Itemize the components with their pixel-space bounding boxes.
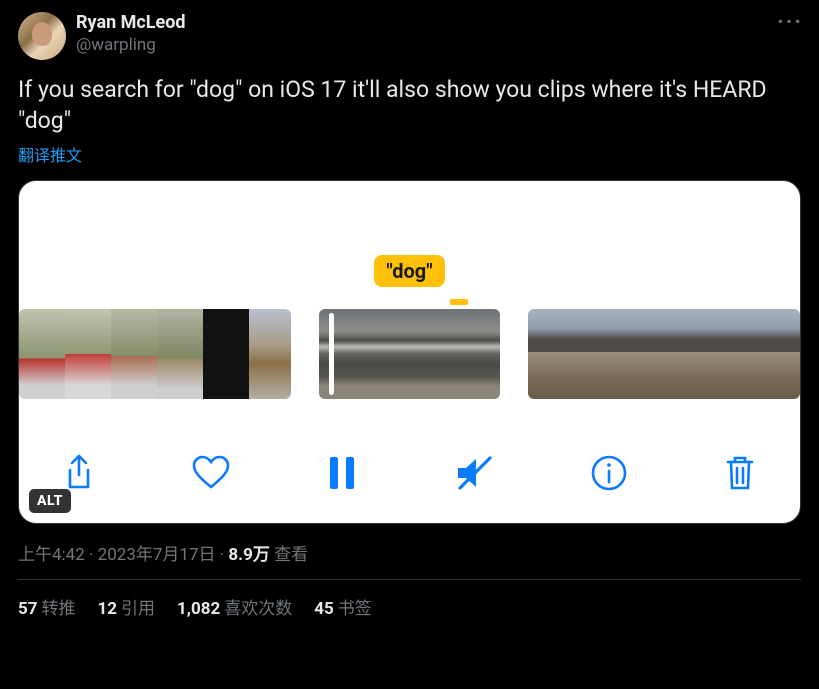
tweet-meta: 上午4:42 · 2023年7月17日 · 8.9万 查看 bbox=[18, 540, 801, 580]
timeline-frame bbox=[365, 309, 411, 399]
translate-link[interactable]: 翻译推文 bbox=[18, 142, 82, 166]
views-label: 查看 bbox=[270, 545, 308, 565]
timeline-clip[interactable] bbox=[528, 309, 800, 399]
media-card[interactable]: "dog" bbox=[18, 180, 801, 524]
timeline-frame bbox=[758, 309, 800, 399]
timeline-frame bbox=[19, 309, 65, 399]
stat-retweets[interactable]: 57转推 bbox=[18, 594, 76, 619]
avatar[interactable] bbox=[18, 12, 66, 60]
tweet-stats: 57转推 12引用 1,082喜欢次数 45书签 bbox=[18, 580, 801, 633]
timeline-frame bbox=[157, 309, 203, 399]
video-timeline[interactable] bbox=[19, 309, 800, 399]
author-block[interactable]: Ryan McLeod @warpling bbox=[76, 12, 186, 56]
timeline-frame bbox=[203, 309, 249, 399]
timeline-clip[interactable] bbox=[19, 309, 291, 399]
more-button[interactable]: ··· bbox=[777, 10, 803, 35]
media-toolbar bbox=[19, 443, 800, 503]
timeline-frame bbox=[712, 309, 758, 399]
tweet-date[interactable]: 2023年7月17日 bbox=[98, 545, 216, 565]
timeline-frame bbox=[666, 309, 712, 399]
author-display-name: Ryan McLeod bbox=[76, 12, 186, 35]
pause-icon[interactable] bbox=[327, 455, 357, 491]
search-pill-wrap: "dog" bbox=[19, 255, 800, 287]
views-count: 8.9万 bbox=[228, 545, 269, 565]
tweet-time[interactable]: 上午4:42 bbox=[18, 545, 85, 565]
alt-badge[interactable]: ALT bbox=[29, 489, 71, 513]
timeline-frame bbox=[528, 309, 574, 399]
search-pill: "dog" bbox=[374, 255, 444, 287]
tweet-text: If you search for "dog" on iOS 17 it'll … bbox=[18, 74, 801, 136]
timeline-frame bbox=[457, 309, 500, 399]
stat-likes[interactable]: 1,082喜欢次数 bbox=[177, 594, 292, 619]
stat-quotes[interactable]: 12引用 bbox=[98, 594, 156, 619]
timeline-frame bbox=[65, 309, 111, 399]
timeline-frame bbox=[111, 309, 157, 399]
mute-icon[interactable] bbox=[454, 454, 494, 492]
tweet: Ryan McLeod @warpling ··· If you search … bbox=[0, 0, 819, 645]
author-handle: @warpling bbox=[76, 35, 186, 56]
playhead-marker bbox=[450, 299, 468, 305]
timeline-frame bbox=[574, 309, 620, 399]
stat-bookmarks[interactable]: 45书签 bbox=[314, 594, 372, 619]
timeline-frame bbox=[249, 309, 291, 399]
timeline-frame bbox=[411, 309, 457, 399]
tweet-header: Ryan McLeod @warpling ··· bbox=[18, 12, 801, 60]
timeline-frame bbox=[620, 309, 666, 399]
timeline-clip[interactable] bbox=[319, 309, 500, 399]
heart-icon[interactable] bbox=[191, 454, 231, 492]
timeline-frame bbox=[319, 309, 365, 399]
share-icon[interactable] bbox=[63, 453, 95, 493]
trash-icon[interactable] bbox=[724, 453, 756, 493]
info-icon[interactable] bbox=[590, 454, 628, 492]
